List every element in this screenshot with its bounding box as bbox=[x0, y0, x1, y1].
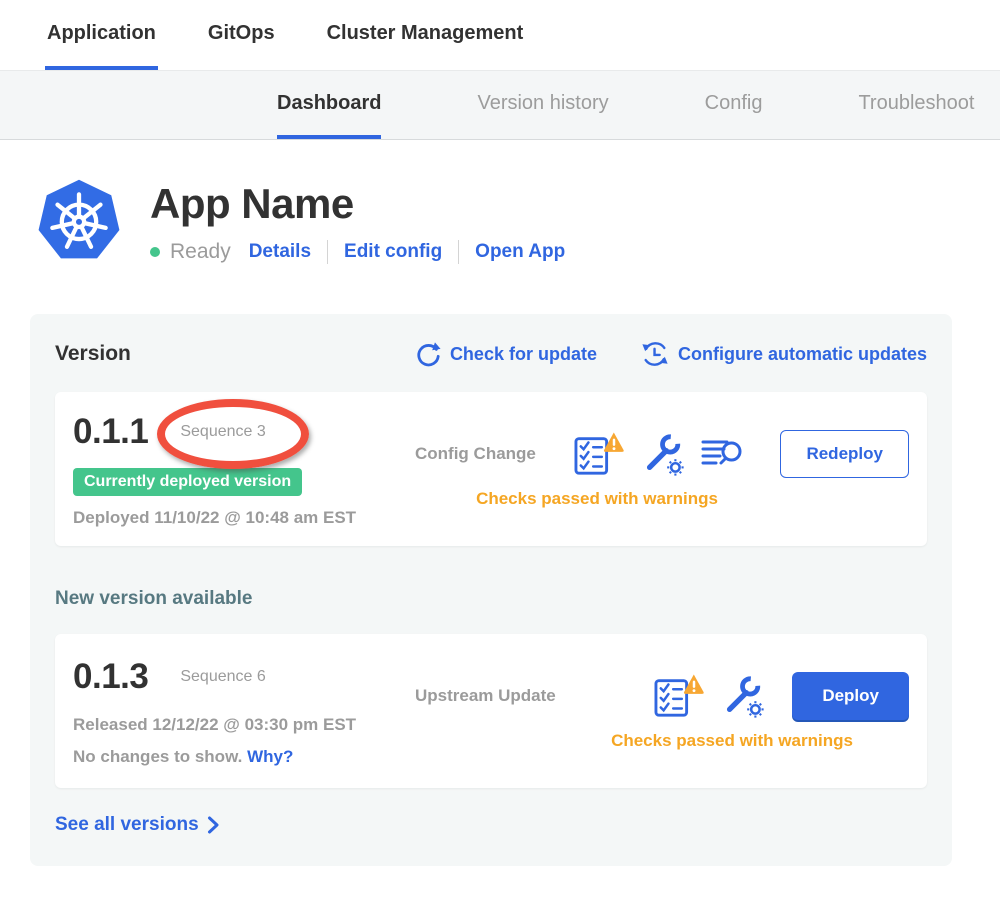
see-all-versions-link[interactable]: See all versions bbox=[55, 814, 219, 836]
refresh-icon bbox=[415, 341, 441, 367]
why-link[interactable]: Why? bbox=[247, 747, 293, 766]
no-changes-text: No changes to show. bbox=[73, 747, 242, 766]
preflight-checklist-warning-icon[interactable] bbox=[652, 673, 704, 719]
deployed-timestamp: Deployed 11/10/22 @ 10:48 am EST bbox=[73, 508, 405, 528]
tab-troubleshoot[interactable]: Troubleshoot bbox=[858, 71, 974, 139]
file-search-icon[interactable] bbox=[700, 435, 744, 473]
new-version-heading: New version available bbox=[55, 588, 927, 610]
check-for-update-label: Check for update bbox=[450, 344, 597, 365]
deploy-button[interactable]: Deploy bbox=[792, 672, 909, 720]
tab-version-history[interactable]: Version history bbox=[477, 71, 608, 139]
divider bbox=[458, 240, 459, 264]
chevron-right-icon bbox=[207, 816, 219, 834]
divider bbox=[327, 240, 328, 264]
current-checks-status: Checks passed with warnings bbox=[405, 489, 789, 509]
schedule-update-icon bbox=[641, 340, 669, 368]
configure-automatic-updates-label: Configure automatic updates bbox=[678, 344, 927, 365]
available-checks-status: Checks passed with warnings bbox=[555, 731, 909, 751]
version-panel: Version Check for update bbox=[30, 314, 952, 866]
configure-automatic-updates-button[interactable]: Configure automatic updates bbox=[641, 340, 927, 368]
open-app-link[interactable]: Open App bbox=[475, 241, 565, 263]
see-all-versions-label: See all versions bbox=[55, 814, 199, 836]
status-dot-ready bbox=[150, 247, 160, 257]
available-version-source: Upstream Update bbox=[415, 686, 556, 706]
details-link[interactable]: Details bbox=[249, 241, 311, 263]
preflight-checklist-warning-icon[interactable] bbox=[572, 431, 624, 477]
wrench-gear-icon[interactable] bbox=[720, 674, 764, 718]
available-version-number: 0.1.3 bbox=[73, 657, 148, 697]
sub-nav: Dashboard Version history Config Trouble… bbox=[0, 70, 1000, 140]
current-version-source: Config Change bbox=[415, 444, 536, 464]
currently-deployed-badge: Currently deployed version bbox=[73, 468, 302, 496]
released-timestamp: Released 12/12/22 @ 03:30 pm EST bbox=[73, 715, 405, 735]
check-for-update-button[interactable]: Check for update bbox=[415, 340, 597, 368]
current-version-sequence: Sequence 3 bbox=[180, 423, 265, 441]
available-version-sequence: Sequence 6 bbox=[180, 668, 265, 686]
current-version-card: 0.1.1 Sequence 3 Currently deployed vers… bbox=[55, 392, 927, 546]
wrench-gear-icon[interactable] bbox=[640, 432, 684, 476]
tab-config[interactable]: Config bbox=[705, 71, 763, 139]
tab-dashboard[interactable]: Dashboard bbox=[277, 71, 381, 139]
status-text: Ready bbox=[170, 240, 231, 264]
app-header: App Name Ready Details Edit config Open … bbox=[36, 178, 1000, 264]
redeploy-button[interactable]: Redeploy bbox=[780, 430, 909, 478]
top-nav: Application GitOps Cluster Management bbox=[0, 0, 1000, 70]
tab-gitops[interactable]: GitOps bbox=[206, 0, 277, 70]
current-version-number: 0.1.1 bbox=[73, 412, 148, 452]
edit-config-link[interactable]: Edit config bbox=[344, 241, 442, 263]
version-panel-title: Version bbox=[55, 342, 131, 366]
available-version-card: 0.1.3 Sequence 6 Released 12/12/22 @ 03:… bbox=[55, 634, 927, 788]
tab-application[interactable]: Application bbox=[45, 0, 158, 70]
page-title: App Name bbox=[150, 180, 565, 228]
tab-cluster-management[interactable]: Cluster Management bbox=[325, 0, 526, 70]
kubernetes-logo bbox=[36, 178, 122, 264]
